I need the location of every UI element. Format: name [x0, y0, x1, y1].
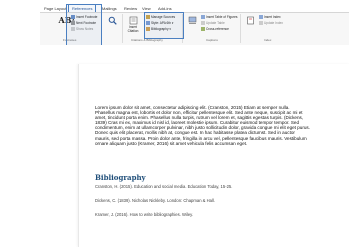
cross-reference-button[interactable]: Cross-reference	[201, 27, 229, 31]
tab-view[interactable]: View	[142, 6, 151, 11]
index-group-label: Index	[264, 38, 272, 42]
references-highlight	[66, 4, 102, 46]
mark-entry-button[interactable]	[243, 16, 257, 26]
tab-add-ins[interactable]: Add-ins	[158, 6, 172, 11]
group-divider	[122, 14, 123, 43]
bibliography-entry: Dickens, C. (1839). Nicholas Nickleby. L…	[95, 198, 216, 203]
citation-icon	[129, 16, 138, 25]
tab-review[interactable]: Review	[124, 6, 137, 11]
search-icon	[108, 16, 117, 25]
bibliography-entry: Cranston, H. (2015). Education and socia…	[95, 184, 233, 189]
mark-entry-icon	[246, 16, 255, 25]
insert-table-of-figures-button[interactable]: Insert Table of Figures	[201, 15, 237, 19]
insert-index-button[interactable]: Insert Index	[259, 15, 281, 19]
document-page[interactable]	[78, 64, 349, 247]
index-icon	[259, 15, 263, 19]
citations-highlight	[144, 12, 184, 39]
captions-group-label: Captions	[206, 38, 218, 42]
bibliography-entry: Kramer, J. (2016). How to write bibliogr…	[95, 212, 194, 217]
document-area	[40, 45, 349, 64]
update-table-button[interactable]: Update Table	[201, 21, 225, 25]
table-of-figures-icon	[201, 15, 205, 19]
update-table-icon	[201, 21, 205, 25]
tab-page-layout[interactable]: Page Layout	[44, 6, 66, 11]
cross-reference-icon	[201, 27, 205, 31]
caption-icon	[188, 16, 197, 25]
insert-citation-button[interactable]: Insert Citation	[124, 16, 142, 33]
update-index-icon	[259, 21, 263, 25]
update-index-button[interactable]: Update Index	[259, 21, 283, 25]
bibliography-heading: Bibliography	[95, 173, 146, 182]
tab-mailings[interactable]: Mailings	[102, 6, 117, 11]
insert-caption-button[interactable]	[184, 16, 200, 26]
document-paragraph[interactable]: Lorem ipsum dolor sit amet, consectetur …	[95, 105, 310, 146]
smart-lookup-button[interactable]	[104, 16, 120, 26]
group-divider	[240, 14, 241, 43]
